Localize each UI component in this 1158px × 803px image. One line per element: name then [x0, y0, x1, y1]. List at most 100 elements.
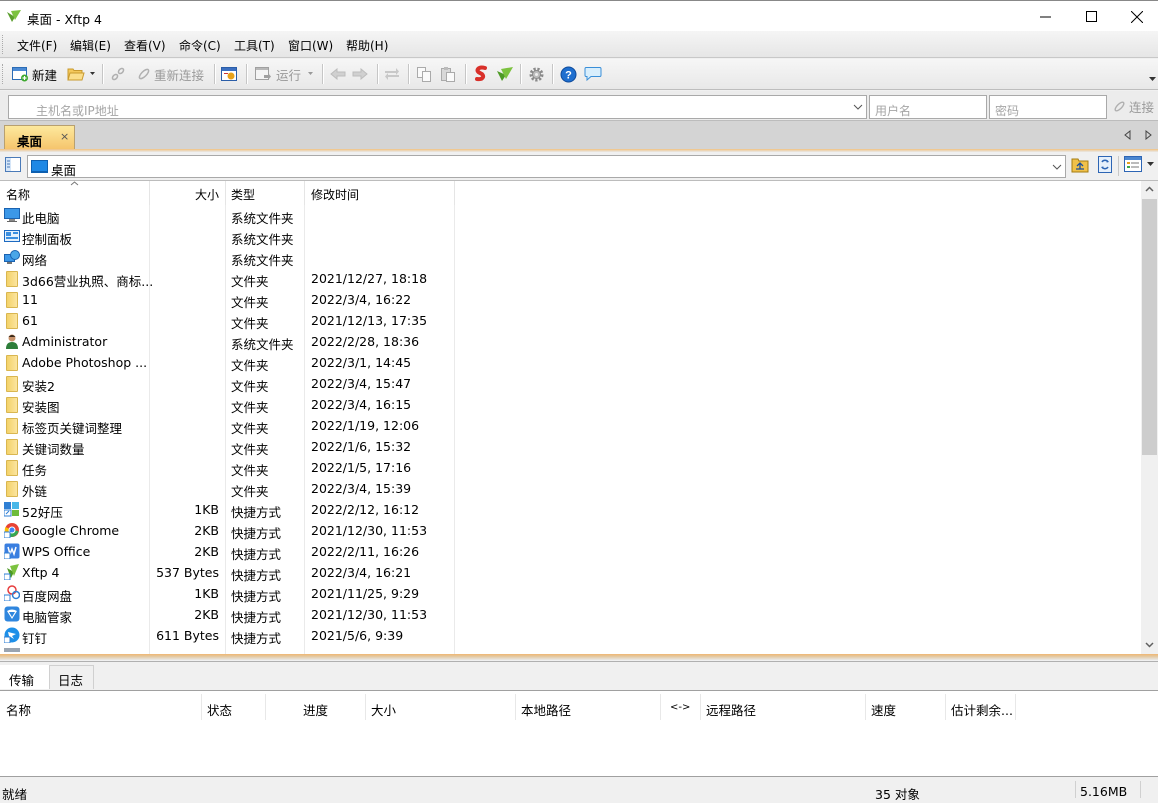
file-row[interactable]: 任务 文件夹 2022/1/5, 17:16	[0, 457, 1140, 478]
file-row[interactable]: WPS Office 2KB 快捷方式 2022/2/11, 16:26	[0, 541, 1140, 562]
column-header-type[interactable]: 类型	[226, 181, 305, 205]
file-row[interactable]: 安装2 文件夹 2022/3/4, 15:47	[0, 373, 1140, 394]
file-row[interactable]: 标签页关键词整理 文件夹 2022/1/19, 12:06	[0, 415, 1140, 436]
file-row[interactable]: 电脑管家 2KB 快捷方式 2021/12/30, 11:53	[0, 604, 1140, 625]
sort-ascending-icon	[70, 181, 79, 186]
menu-edit[interactable]: 编辑(E)	[70, 37, 111, 54]
file-row[interactable]: 11 文件夹 2022/3/4, 16:22	[0, 289, 1140, 310]
xshell-button[interactable]	[472, 64, 490, 84]
new-session-icon	[12, 67, 28, 82]
file-row[interactable]: 外链 文件夹 2022/3/4, 15:39	[0, 478, 1140, 499]
close-button[interactable]	[1114, 1, 1158, 32]
menu-file[interactable]: 文件(F)	[17, 37, 57, 54]
file-row[interactable]: 安装图 文件夹 2022/3/4, 16:15	[0, 394, 1140, 415]
file-row-partial[interactable]	[0, 646, 1140, 652]
file-modified: 2022/3/1, 14:45	[311, 355, 412, 370]
file-row[interactable]: Administrator 系统文件夹 2022/2/28, 18:36	[0, 331, 1140, 352]
disconnect-button[interactable]	[110, 64, 126, 84]
tab-scroll-left-icon[interactable]	[1124, 130, 1131, 140]
tab-transfer[interactable]: 传输	[0, 665, 49, 689]
file-row[interactable]: 控制面板 系统文件夹	[0, 226, 1140, 247]
refresh-icon[interactable]	[1097, 156, 1113, 174]
transfer-col-label: 远程路径	[706, 703, 757, 718]
transfer-col-local-path[interactable]: 本地路径	[516, 694, 661, 720]
menu-help[interactable]: 帮助(H)	[346, 37, 388, 54]
scroll-down-icon[interactable]	[1145, 642, 1154, 648]
view-mode-button[interactable]	[1124, 156, 1154, 172]
maximize-button[interactable]	[1068, 1, 1114, 32]
folder-icon	[6, 271, 18, 287]
menu-tools[interactable]: 工具(T)	[234, 37, 275, 54]
file-row[interactable]: 钉钉 611 Bytes 快捷方式 2021/5/6, 9:39	[0, 625, 1140, 646]
transfer-col-speed[interactable]: 速度	[866, 694, 946, 720]
file-row[interactable]: 3d66营业执照、商标... 文件夹 2021/12/27, 18:18	[0, 268, 1140, 289]
back-button[interactable]	[330, 64, 346, 84]
paste-button[interactable]	[440, 64, 456, 84]
transfer-col-direction[interactable]: <->	[661, 694, 701, 720]
transfer-col-status[interactable]: 状态	[202, 694, 266, 720]
file-row[interactable]: 此电脑 系统文件夹	[0, 205, 1140, 226]
xftp-button[interactable]	[496, 64, 514, 84]
vertical-scrollbar[interactable]	[1141, 181, 1158, 654]
file-name: 钉钉	[22, 631, 48, 646]
column-header-size[interactable]: 大小	[150, 181, 226, 205]
open-folder-button[interactable]	[67, 64, 97, 84]
parent-folder-icon[interactable]	[1071, 156, 1089, 173]
menu-grip[interactable]	[2, 35, 5, 54]
reconnect-button[interactable]: 重新连接	[136, 64, 204, 84]
scrollbar-thumb[interactable]	[1142, 199, 1157, 455]
host-input[interactable]: 主机名或IP地址	[8, 95, 867, 119]
sync-button[interactable]	[384, 64, 400, 84]
session-tab-strip: 桌面 ×	[0, 120, 1158, 150]
menu-view[interactable]: 查看(V)	[124, 37, 166, 54]
run-button[interactable]: 运行	[255, 64, 315, 84]
pane-splitter[interactable]	[0, 654, 1158, 660]
file-size: 1KB	[194, 502, 219, 517]
folder-tree-toggle-icon[interactable]	[5, 157, 22, 173]
new-session-button[interactable]: 新建	[12, 64, 57, 84]
toolbar-overflow-icon[interactable]	[1149, 77, 1156, 81]
tab-close-icon[interactable]: ×	[60, 130, 69, 143]
file-row[interactable]: 百度网盘 1KB 快捷方式 2021/11/25, 9:29	[0, 583, 1140, 604]
properties-button[interactable]	[221, 64, 238, 84]
file-row[interactable]: 61 文件夹 2021/12/13, 17:35	[0, 310, 1140, 331]
chevron-down-icon[interactable]	[853, 104, 863, 110]
file-row[interactable]: 关键词数量 文件夹 2022/1/6, 15:32	[0, 436, 1140, 457]
column-header-modified[interactable]: 修改时间	[305, 181, 455, 205]
options-button[interactable]	[528, 64, 545, 84]
transfer-col-remote-path[interactable]: 远程路径	[701, 694, 866, 720]
tab-log[interactable]: 日志	[49, 665, 94, 689]
file-type: 文件夹	[231, 484, 269, 499]
file-row[interactable]: 网络 系统文件夹	[0, 247, 1140, 268]
password-input[interactable]: 密码	[989, 95, 1107, 119]
file-type: 快捷方式	[231, 505, 282, 520]
transfer-col-progress[interactable]: 进度	[266, 694, 366, 720]
column-header-name[interactable]: 名称	[0, 181, 150, 205]
scroll-up-icon[interactable]	[1145, 186, 1154, 192]
minimize-button[interactable]	[1022, 1, 1068, 32]
transfer-col-eta[interactable]: 估计剩余...	[946, 694, 1016, 720]
path-bar: 桌面	[0, 152, 1158, 180]
column-header-type-label: 类型	[231, 188, 256, 202]
path-combobox[interactable]: 桌面	[27, 155, 1066, 178]
tab-scroll-right-icon[interactable]	[1145, 130, 1152, 140]
transfer-col-name[interactable]: 名称	[0, 694, 202, 720]
chevron-down-icon[interactable]	[1052, 164, 1062, 170]
connect-button[interactable]: 连接	[1112, 97, 1154, 116]
forward-button[interactable]	[352, 64, 368, 84]
file-row[interactable]: Google Chrome 2KB 快捷方式 2021/12/30, 11:53	[0, 520, 1140, 541]
toolbar-grip[interactable]	[2, 64, 5, 84]
tab-desktop[interactable]: 桌面 ×	[4, 125, 75, 150]
file-row[interactable]: 52好压 1KB 快捷方式 2022/2/12, 16:12	[0, 499, 1140, 520]
file-size: 2KB	[194, 607, 219, 622]
menu-window[interactable]: 窗口(W)	[288, 37, 333, 54]
file-row[interactable]: Adobe Photoshop ... 文件夹 2022/3/1, 14:45	[0, 352, 1140, 373]
username-input[interactable]: 用户名	[869, 95, 987, 119]
file-name: 任务	[22, 463, 48, 478]
menu-command[interactable]: 命令(C)	[179, 37, 221, 54]
transfer-col-size[interactable]: 大小	[366, 694, 516, 720]
feedback-button[interactable]	[584, 64, 602, 84]
file-row[interactable]: Xftp 4 537 Bytes 快捷方式 2022/3/4, 16:21	[0, 562, 1140, 583]
copy-button[interactable]	[416, 64, 432, 84]
help-button[interactable]: ?	[560, 64, 577, 84]
